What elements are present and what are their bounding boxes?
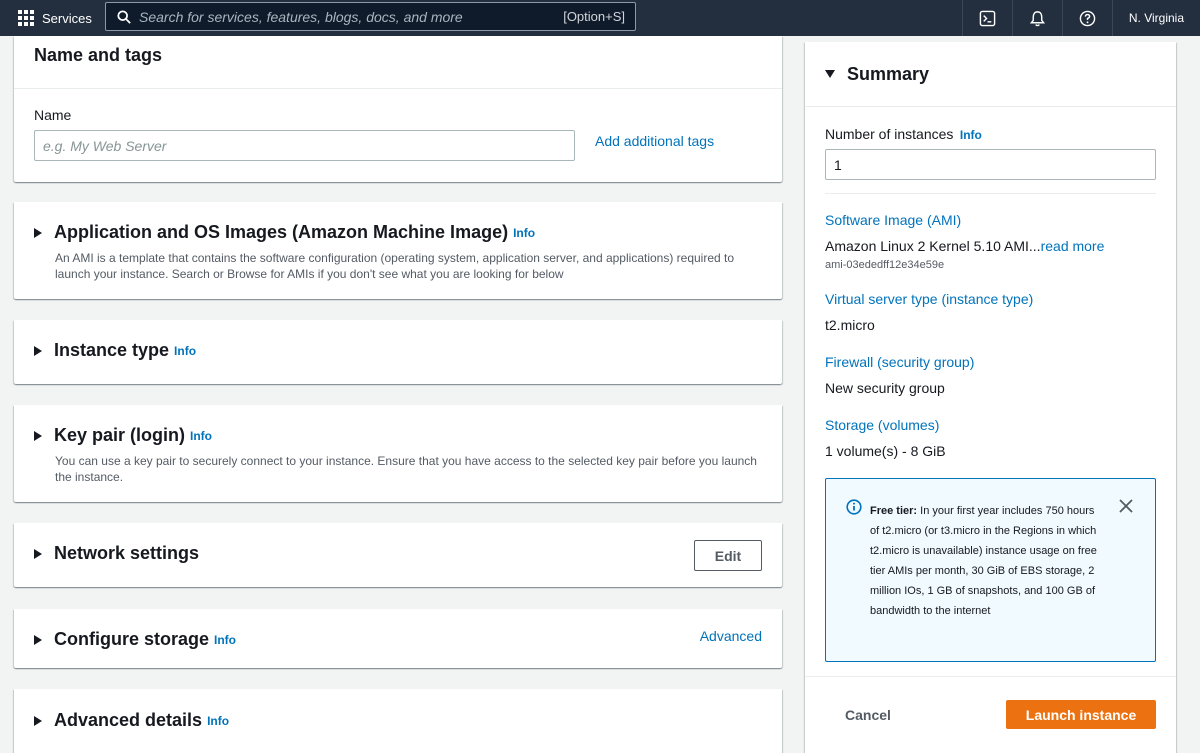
instance-type-panel: Instance type Info [14,320,782,384]
instance-type-title: Instance type [54,340,170,360]
advanced-details-info-link[interactable]: Info [207,714,229,728]
ami-id: ami-03ededff12e34e59e [825,259,945,271]
storage-summary-link[interactable]: Storage (volumes) [825,417,939,433]
caret-right-icon [34,715,42,726]
close-icon[interactable] [1119,499,1133,513]
notifications-button[interactable] [1011,0,1062,36]
key-pair-description: You can use a key pair to securely conne… [55,454,757,484]
summary-title: Summary [847,63,930,84]
firewall-summary-link[interactable]: Firewall (security group) [825,354,974,370]
key-pair-panel: Key pair (login) Info You can use a key … [14,405,782,502]
advanced-details-title: Advanced details [54,710,203,730]
ami-info-link[interactable]: Info [513,226,535,240]
summary-header[interactable]: Summary [805,42,1176,107]
cloudshell-icon [979,10,996,26]
storage-advanced-link[interactable]: Advanced [700,628,762,644]
read-more-link[interactable]: read more [1041,238,1105,254]
caret-down-icon [825,70,835,78]
instance-type-summary-link[interactable]: Virtual server type (instance type) [825,291,1033,307]
free-tier-text: Free tier: In your first year includes 7… [870,501,1100,621]
launch-instance-button[interactable]: Launch instance [1006,700,1156,729]
bell-icon [1029,10,1045,26]
instance-type-info-link[interactable]: Info [174,344,196,358]
name-and-tags-title: Name and tags [34,45,163,65]
services-label: Services [42,10,92,26]
top-nav: Services Search for services, features, … [0,0,1200,36]
name-input[interactable]: e.g. My Web Server [34,130,575,161]
ami-summary-value: Amazon Linux 2 Kernel 5.10 AMI...read mo… [825,238,1104,254]
caret-right-icon [34,548,42,559]
edit-network-button[interactable]: Edit [694,540,762,571]
info-icon [846,499,862,515]
instance-type-header[interactable]: Instance type Info [34,340,762,361]
services-menu-button[interactable]: Services [18,10,92,26]
advanced-details-panel: Advanced details Info [14,689,782,753]
instance-type-summary-value: t2.micro [825,317,875,333]
configure-storage-title: Configure storage [54,629,210,649]
advanced-details-header[interactable]: Advanced details Info [34,710,762,731]
summary-panel: Summary Number of instances Info 1 Softw… [805,42,1176,753]
instances-info-link[interactable]: Info [960,128,982,142]
ami-summary-link[interactable]: Software Image (AMI) [825,212,961,228]
network-settings-title: Network settings [54,543,200,563]
instances-label-row: Number of instances Info [825,126,982,144]
cloudshell-button[interactable] [961,0,1012,36]
help-icon [1079,10,1096,26]
divider [14,88,782,89]
free-tier-body: In your first year includes 750 hours of… [870,505,1097,617]
storage-summary-value: 1 volume(s) - 8 GiB [825,443,946,459]
cancel-button[interactable]: Cancel [845,707,891,723]
key-pair-header[interactable]: Key pair (login) Info [34,425,762,446]
help-button[interactable] [1061,0,1112,36]
ami-header[interactable]: Application and OS Images (Amazon Machin… [34,222,762,243]
ami-panel: Application and OS Images (Amazon Machin… [14,202,782,299]
key-pair-title: Key pair (login) [54,425,186,445]
ami-description: An AMI is a template that contains the s… [55,251,735,281]
region-selector[interactable]: N. Virginia [1111,0,1200,36]
search-input[interactable]: Search for services, features, blogs, do… [105,2,636,31]
divider [825,193,1156,194]
add-additional-tags-link[interactable]: Add additional tags [595,133,714,149]
name-label: Name [34,107,72,123]
configure-storage-info-link[interactable]: Info [214,633,236,647]
search-placeholder: Search for services, features, blogs, do… [139,8,463,25]
search-icon [117,9,131,24]
configure-storage-header[interactable]: Configure storage Info [34,629,762,650]
ami-name: Amazon Linux 2 Kernel 5.10 AMI... [825,238,1041,254]
network-settings-header[interactable]: Network settings [34,543,762,564]
key-pair-info-link[interactable]: Info [190,429,212,443]
caret-right-icon [34,227,42,238]
instance-count-input[interactable]: 1 [825,149,1156,180]
free-tier-alert: Free tier: In your first year includes 7… [825,478,1156,662]
search-shortcut: [Option+S] [563,9,625,24]
caret-right-icon [34,345,42,356]
free-tier-label: Free tier: [870,505,918,517]
caret-right-icon [34,430,42,441]
instances-label: Number of instances [825,126,954,142]
firewall-summary-value: New security group [825,380,945,396]
caret-right-icon [34,634,42,645]
network-settings-panel: Network settings Edit [14,523,782,587]
name-and-tags-panel: Name and tags Name e.g. My Web Server Ad… [14,36,782,182]
divider [805,676,1176,677]
ami-title: Application and OS Images (Amazon Machin… [54,222,509,242]
grid-icon [18,10,34,26]
configure-storage-panel: Configure storage Info Advanced [14,609,782,668]
